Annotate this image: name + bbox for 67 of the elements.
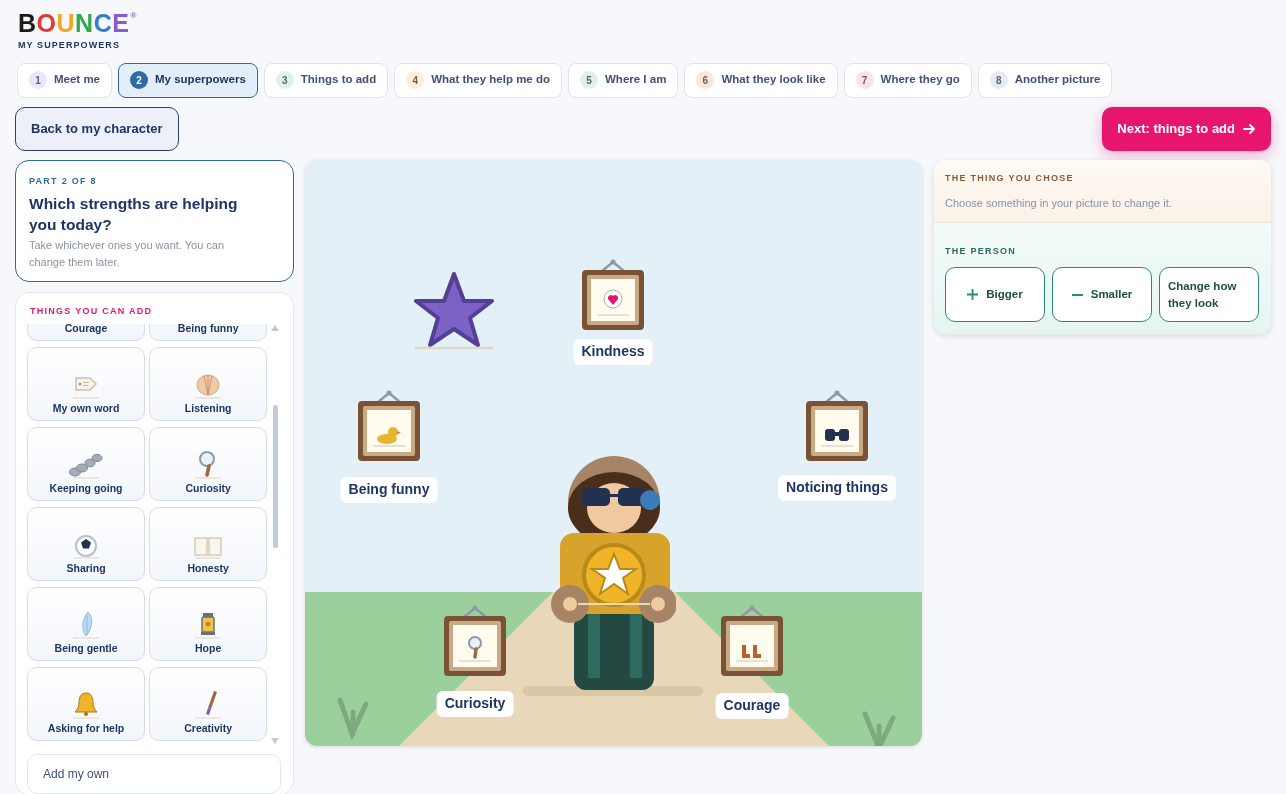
next-button[interactable]: Next: things to add: [1102, 106, 1271, 151]
framed-picture-drawing[interactable]: [356, 389, 422, 462]
binoculars-icon: [825, 428, 849, 441]
strength-tile[interactable]: Being gentle: [27, 586, 146, 661]
step-number: 7: [855, 71, 874, 89]
logo-letter: E: [112, 10, 130, 36]
strength-tile[interactable]: Curiosity: [149, 426, 268, 501]
step-tab[interactable]: 1 Meet me: [17, 62, 113, 98]
sticker-label: Kindness: [573, 338, 653, 365]
strength-tile[interactable]: Hope: [149, 586, 268, 661]
step-number: 2: [130, 71, 149, 89]
back-button[interactable]: Back to my character: [15, 106, 179, 151]
step-number: 1: [29, 71, 47, 89]
question-hint: Take whichever ones you want. You can change them later.: [29, 238, 226, 270]
palette-title: THINGS YOU CAN ADD: [29, 305, 154, 318]
sticker-label: Courage: [715, 692, 789, 719]
step-tab[interactable]: 7 Where they go: [843, 62, 972, 98]
question-title: Which strengths are helping you today?: [29, 194, 239, 235]
selection-title: THE THING YOU CHOSE: [945, 171, 1075, 185]
sticker-label: Curiosity: [436, 690, 514, 717]
add-my-own-field[interactable]: Add my own: [27, 753, 281, 794]
arrow-right-icon: [1243, 122, 1256, 135]
sticker-label: Being funny: [340, 476, 438, 503]
step-number: 6: [696, 71, 715, 89]
duck-icon: [377, 426, 401, 444]
person-title: THE PERSON: [945, 244, 1018, 258]
step-tab[interactable]: 2 My superpowers: [118, 62, 258, 98]
registered-mark: ®: [130, 10, 137, 22]
step-tab[interactable]: 4 What they help me do: [394, 62, 562, 98]
step-label: PART 2 OF 8: [29, 174, 98, 188]
step-tab[interactable]: 8 Another picture: [977, 62, 1113, 98]
framed-picture-drawing[interactable]: [442, 604, 508, 677]
step-number: 8: [989, 71, 1008, 89]
step-number: 4: [406, 71, 425, 89]
framed-picture-drawing[interactable]: [719, 604, 785, 677]
person-tool-button[interactable]: Change how they look: [1159, 267, 1259, 322]
strength-tile[interactable]: Creativity: [149, 666, 268, 741]
person-tool-button[interactable]: Smaller: [1052, 267, 1152, 322]
strength-tile[interactable]: Asking for help: [27, 666, 146, 741]
sticker-label: Noticing things: [778, 474, 896, 501]
plus-icon: [967, 289, 979, 300]
strength-tile[interactable]: Keeping going: [27, 426, 146, 501]
selection-hint: Choose something in your picture to change it.: [945, 196, 1173, 211]
app-subtitle: MY SUPERPOWERS: [18, 39, 120, 52]
logo-letter: U: [56, 10, 76, 36]
person-tool-button[interactable]: Bigger: [945, 267, 1045, 322]
minus-icon: [1071, 293, 1083, 296]
step-number: 3: [275, 71, 294, 89]
strength-tile[interactable]: Listening: [149, 346, 268, 421]
framed-picture-drawing[interactable]: [804, 389, 870, 462]
magnifier-icon: [468, 635, 482, 659]
framed-picture-drawing[interactable]: [580, 258, 646, 331]
step-tab[interactable]: 6 What they look like: [684, 62, 838, 98]
star-sticker[interactable]: [414, 269, 494, 350]
step-number: 5: [580, 71, 598, 89]
logo-letter: N: [75, 10, 94, 36]
strength-tile[interactable]: My own word: [27, 346, 146, 421]
logo-letter: B: [18, 10, 37, 36]
strength-tile[interactable]: Sharing: [27, 506, 146, 581]
logo-letter: O: [36, 10, 57, 36]
strength-tile[interactable]: Honesty: [149, 506, 268, 581]
boots-icon: [742, 644, 761, 658]
step-tab[interactable]: 5 Where I am: [568, 62, 679, 98]
strength-tile[interactable]: Being funny: [149, 323, 268, 341]
logo-letter: C: [93, 10, 113, 36]
strength-tile[interactable]: Courage: [27, 323, 146, 341]
step-tab[interactable]: 3 Things to add: [263, 62, 389, 98]
